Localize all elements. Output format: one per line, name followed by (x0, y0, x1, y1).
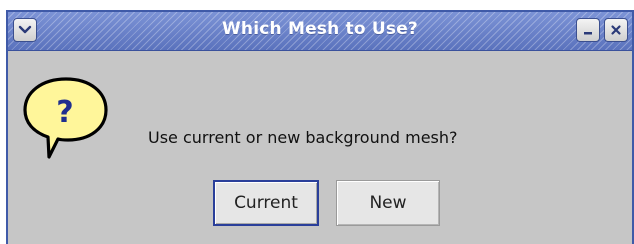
dialog-window: Which Mesh to Use? ? Use current or new … (6, 10, 634, 244)
close-icon (611, 25, 621, 35)
dialog-message: Use current or new background mesh? (148, 128, 458, 147)
new-button[interactable]: New (336, 180, 440, 226)
question-glyph: ? (56, 95, 73, 130)
question-bubble-icon: ? (20, 75, 112, 161)
minimize-icon (584, 32, 592, 35)
close-button[interactable] (604, 18, 628, 42)
new-button-label: New (369, 193, 407, 213)
current-button-label: Current (234, 193, 298, 213)
window-title: Which Mesh to Use? (221, 19, 418, 39)
dialog-body: ? Use current or new background mesh? Cu… (8, 51, 632, 244)
current-button[interactable]: Current (213, 180, 319, 226)
minimize-button[interactable] (576, 18, 600, 42)
title-bar[interactable]: Which Mesh to Use? (8, 12, 632, 51)
